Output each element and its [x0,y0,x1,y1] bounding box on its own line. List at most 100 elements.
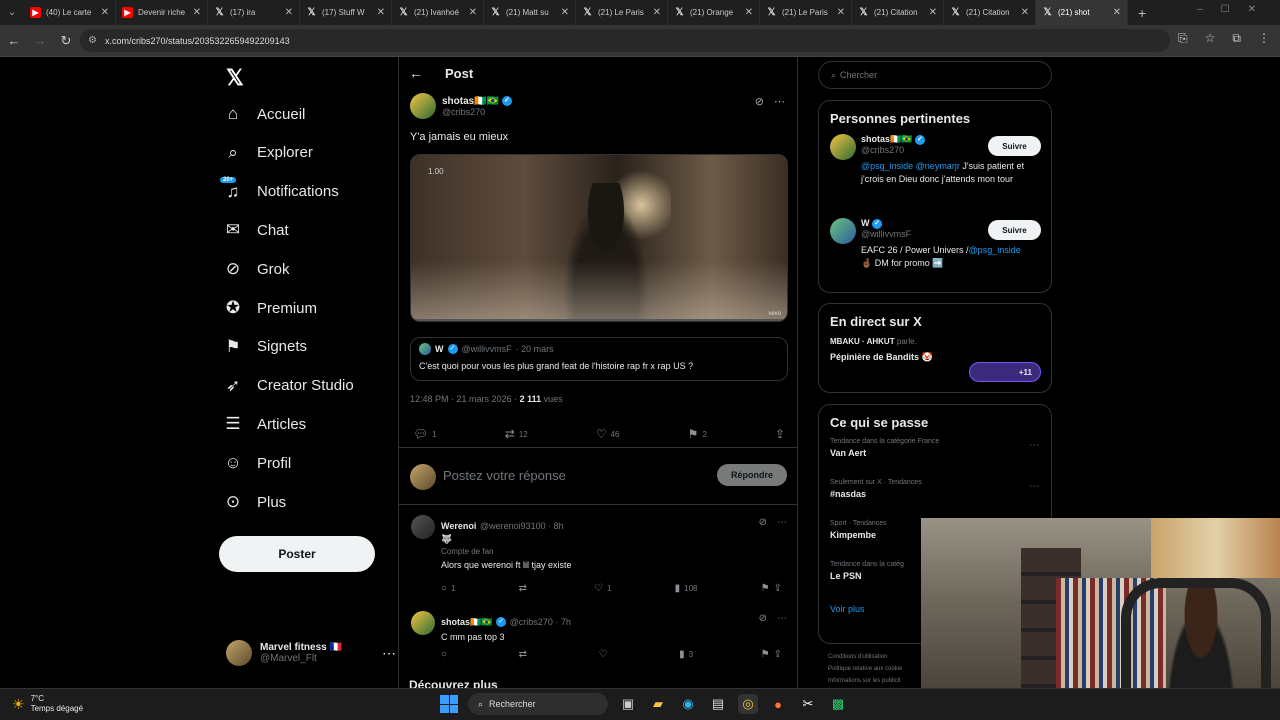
reply-action[interactable]: 💬︎ 1 [413,427,437,441]
file-explorer-icon[interactable]: ▰ [648,694,668,714]
grok-icon[interactable]: ⊘ [759,613,767,624]
avatar[interactable] [410,93,436,119]
more-icon[interactable]: ⋯ [1029,440,1039,451]
reply-action[interactable]: ○ 1 [441,583,456,594]
weather-widget[interactable]: ☀ 7°C Temps dégagé [12,694,83,714]
search-input[interactable]: ⌕ Chercher [818,61,1052,89]
star-icon[interactable]: ☆ [1205,31,1216,46]
video-player[interactable]: 1.00 vevo [410,154,788,322]
close-icon[interactable]: ✕ [193,7,201,18]
start-icon[interactable] [440,695,458,713]
browser-tab[interactable]: 𝕏 (21) Ivanhoé ✕ [392,0,484,25]
browser-tab[interactable]: 𝕏 (17) Stuff W ✕ [300,0,392,25]
like-action[interactable]: ♡ 46 [596,427,620,441]
close-icon[interactable]: ✕ [745,7,753,18]
reply-item[interactable]: shotas🇨🇮🇧🇷 ✓ @cribs270 · 7h C mm pas top… [399,611,797,671]
close-icon[interactable]: ✕ [469,7,477,18]
person-item[interactable]: W ✓ @willivvmsF EAFC 26 / Power Univers … [819,218,1051,278]
more-icon[interactable]: ⋯ [774,95,785,108]
views-action[interactable]: ▮ 108 [675,583,698,594]
close-icon[interactable]: ✕ [1113,7,1121,18]
sidebar-item-creator-studio[interactable]: ➶ Creator Studio [222,367,354,405]
close-icon[interactable]: ✕ [929,7,937,18]
sidebar-item-accueil[interactable]: ⌂ Accueil [222,95,306,133]
browser-tab[interactable]: 𝕏 (21) Citation ✕ [852,0,944,25]
address-bar[interactable]: ⚙ x.com/cribs270/status/2035322659492209… [80,29,1170,52]
reply-action[interactable]: ○ [441,649,451,660]
bio-link[interactable]: @psg_inside @neymarjr [861,161,960,171]
retweet-action[interactable]: ⇄ 12 [505,427,528,441]
grok-icon[interactable]: ⊘ [759,517,767,528]
post-button[interactable]: Poster [219,536,375,572]
window-controls[interactable]: –☐✕ [1197,4,1274,15]
follow-button[interactable]: Suivre [988,220,1041,240]
reload-icon[interactable]: ↻ [54,33,78,49]
more-icon[interactable]: ⋯ [382,645,396,662]
avatar[interactable] [411,611,435,635]
edge-icon[interactable]: ◉ [678,694,698,714]
capcut-icon[interactable]: ✂ [798,694,818,714]
sidebar-item-chat[interactable]: ✉ Chat [222,211,289,249]
close-icon[interactable]: ✕ [377,7,385,18]
taskbar-search[interactable]: ⌕ Rechercher [468,693,608,715]
bookmark-share[interactable]: ⚑ ⇪ [761,583,786,594]
like-action[interactable]: ♡ 1 [594,583,611,594]
trend-item[interactable]: Tendance dans la catégorie France Van Aer… [819,438,1051,479]
sidebar-item-notifications[interactable]: ♫ 20+ Notifications [220,173,339,211]
retweet-action[interactable]: ⇄ [519,649,531,660]
share-action[interactable]: ⇪ [775,427,785,441]
close-icon[interactable]: ✕ [285,7,293,18]
new-tab-button[interactable]: + [1138,5,1146,21]
video-progress-bar[interactable] [411,319,787,321]
sidebar-item-grok[interactable]: ⊘ Grok [222,250,290,288]
close-icon[interactable]: ✕ [561,7,569,18]
avatar[interactable] [830,218,856,244]
menu-icon[interactable]: ⋮ [1258,31,1270,46]
firefox-icon[interactable]: ● [768,694,788,714]
close-icon[interactable]: ✕ [1021,7,1029,18]
trend-item[interactable]: Seulement sur X · Tendances #nasdas ⋯ [819,479,1051,520]
extensions-icon[interactable]: ⧉ [1232,31,1241,46]
account-switcher[interactable]: Marvel fitness 🇫🇷 @Marvel_Flt ⋯ [226,640,396,666]
footer-link[interactable]: Informations sur les publicit [828,675,902,687]
tweet-author[interactable]: shotas🇨🇮🇧🇷 ✓ @cribs270 [410,93,512,119]
more-icon[interactable]: ⋯ [777,613,787,624]
bookmark-action[interactable]: ⚑ 2 [688,427,707,441]
close-icon[interactable]: ✕ [101,7,109,18]
close-icon[interactable]: ✕ [653,7,661,18]
retweet-action[interactable]: ⇄ [519,583,531,594]
green-app-icon[interactable]: ▩ [828,694,848,714]
sidebar-item-explorer[interactable]: ⌕ Explorer [222,134,313,172]
sidebar-item-signets[interactable]: ⚑ Signets [222,328,307,366]
sidebar-item-plus[interactable]: ⊙ Plus [222,483,286,521]
bookmark-share[interactable]: ⚑ ⇪ [761,649,786,660]
browser-tab[interactable]: 𝕏 (21) Le Paris ✕ [760,0,852,25]
browser-tab[interactable]: ▶ (40) Le carte ✕ [24,0,116,25]
views-action[interactable]: ▮ 3 [679,649,693,660]
task-view-icon[interactable]: ▣ [618,694,638,714]
store-icon[interactable]: ▤ [708,694,728,714]
browser-tab[interactable]: 𝕏 (21) Matt su ✕ [484,0,576,25]
site-info-icon[interactable]: ⚙ [88,35,97,46]
more-icon[interactable]: ⋯ [777,517,787,528]
more-icon[interactable]: ⋯ [1029,481,1039,492]
tab-search-icon[interactable]: ⌄ [0,7,24,18]
forward-icon[interactable]: → [28,33,52,48]
quoted-tweet[interactable]: W ✓ @willivvmsF · 20 mars C'est quoi pou… [410,337,788,381]
browser-tab[interactable]: 𝕏 (21) Citation ✕ [944,0,1036,25]
avatar[interactable] [830,134,856,160]
back-icon[interactable]: ← [2,33,26,48]
live-space[interactable]: MBAKU · AHKUT parle. Pépinière de Bandit… [819,337,1051,382]
browser-tab[interactable]: 𝕏 (21) Orange ✕ [668,0,760,25]
x-logo-icon[interactable]: 𝕏 [226,65,244,91]
sidebar-item-articles[interactable]: ☰ Articles [222,405,306,443]
avatar[interactable] [411,515,435,539]
like-action[interactable]: ♡ [599,649,612,660]
chrome-icon[interactable]: ◎ [738,694,758,714]
browser-tab[interactable]: 𝕏 (17) ira ✕ [208,0,300,25]
close-icon[interactable]: ✕ [837,7,845,18]
browser-tab[interactable]: 𝕏 (21) Le Paris ✕ [576,0,668,25]
footer-link[interactable]: Politique relative aux cookie [828,663,902,675]
footer-link[interactable]: Conditions d'utilisation [828,651,902,663]
follow-button[interactable]: Suivre [988,136,1041,156]
